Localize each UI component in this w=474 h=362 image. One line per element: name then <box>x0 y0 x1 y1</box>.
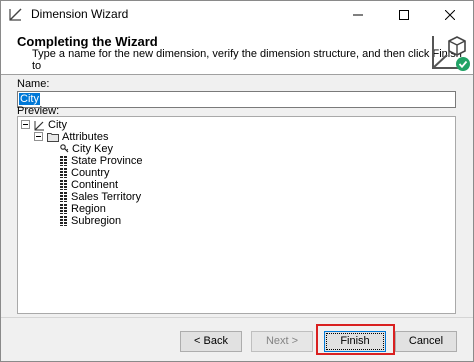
focus-rectangle <box>326 333 384 350</box>
close-icon <box>445 9 455 20</box>
tree-attributes-folder[interactable]: Attributes <box>47 131 108 143</box>
attribute-icon <box>60 168 67 179</box>
back-button[interactable]: < Back <box>180 331 242 352</box>
folder-icon <box>47 133 59 143</box>
key-attribute-icon <box>60 144 69 153</box>
wizard-header: Completing the Wizard Type a name for th… <box>1 28 473 75</box>
attribute-icon <box>60 180 67 191</box>
attribute-label: City Key <box>72 143 113 155</box>
page-title: Completing the Wizard <box>17 34 158 49</box>
footer-divider <box>1 317 473 318</box>
attribute-icon <box>60 204 67 215</box>
attribute-icon <box>60 216 67 227</box>
dimension-preview-tree[interactable]: City Attributes City Key State Province <box>17 116 456 314</box>
tree-item-continent[interactable]: Continent <box>60 179 118 191</box>
tree-item-sales-territory[interactable]: Sales Territory <box>60 191 141 203</box>
dimension-wizard-window: Dimension Wizard Completing the Wizard T… <box>0 0 474 362</box>
attribute-label: Subregion <box>71 215 122 227</box>
attribute-label: State Province <box>71 155 143 167</box>
dimension-cube-check-icon <box>432 36 470 71</box>
attribute-label: Continent <box>71 179 119 191</box>
tree-root-label: City <box>48 119 67 131</box>
attribute-label: Sales Territory <box>71 191 142 203</box>
attribute-icon <box>60 156 67 167</box>
next-button[interactable]: Next > <box>251 331 313 352</box>
name-label: Name: <box>17 78 50 90</box>
collapse-root-toggle[interactable] <box>21 120 30 129</box>
collapse-attributes-toggle[interactable] <box>34 132 43 141</box>
finish-button[interactable]: Finish <box>324 331 386 352</box>
maximize-button[interactable] <box>381 1 427 28</box>
window-title: Dimension Wizard <box>31 7 129 21</box>
tree-item-city-key[interactable]: City Key <box>60 143 113 155</box>
maximize-icon <box>399 9 409 20</box>
tree-item-country[interactable]: Country <box>60 167 110 179</box>
page-subtitle: Type a name for the new dimension, verif… <box>32 48 462 72</box>
dimension-name-value: City <box>19 93 40 105</box>
tree-item-region[interactable]: Region <box>60 203 106 215</box>
dimension-name-input[interactable]: City <box>17 91 456 108</box>
dimension-icon <box>34 120 44 131</box>
tree-root[interactable]: City <box>34 119 67 131</box>
minimize-icon <box>353 14 363 15</box>
attributes-label: Attributes <box>62 131 109 143</box>
title-bar: Dimension Wizard <box>1 1 473 28</box>
close-button[interactable] <box>427 1 473 28</box>
dimension-wizard-icon <box>9 8 22 21</box>
tree-item-state-province[interactable]: State Province <box>60 155 143 167</box>
minimize-button[interactable] <box>335 1 381 28</box>
tree-item-subregion[interactable]: Subregion <box>60 215 121 227</box>
attribute-icon <box>60 192 67 203</box>
cancel-button[interactable]: Cancel <box>395 331 457 352</box>
attribute-label: Country <box>71 167 110 179</box>
attribute-label: Region <box>71 203 106 215</box>
